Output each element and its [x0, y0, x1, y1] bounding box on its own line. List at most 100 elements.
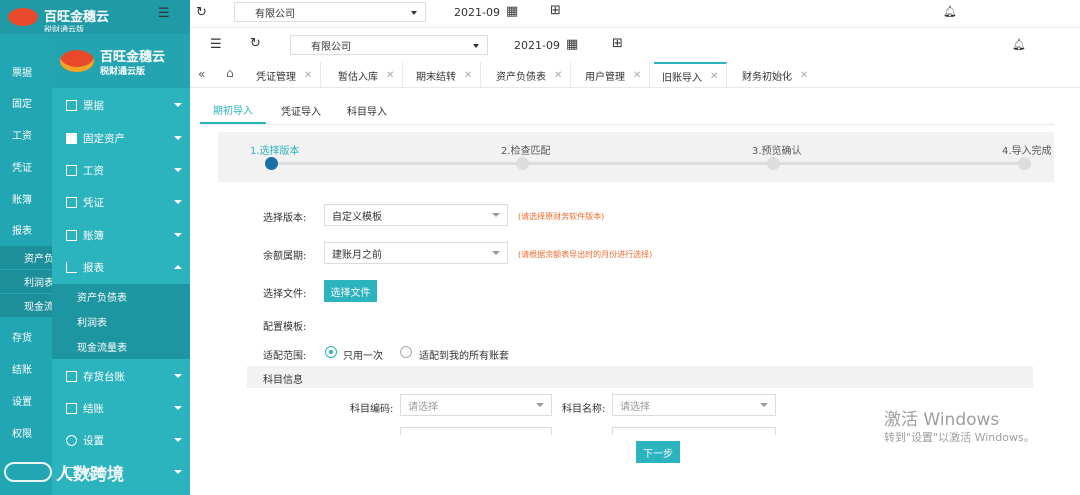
- sidebar-item-ledger[interactable]: 账簿: [52, 218, 190, 252]
- tab-label: 期末结转: [416, 71, 456, 83]
- back-refresh-icon[interactable]: ↻: [196, 5, 207, 20]
- subject-code-select[interactable]: 请选择: [400, 394, 552, 416]
- scope-once-radio[interactable]: [325, 346, 337, 358]
- close-icon[interactable]: ✕: [800, 70, 808, 81]
- chevron-down-icon: [174, 406, 182, 410]
- back-sidebar-item-7[interactable]: 存货: [0, 322, 52, 350]
- sidebar-item-label: 票据: [83, 99, 104, 112]
- tab-financial-initialization[interactable]: 财务初始化 ✕: [734, 62, 816, 88]
- app-name: 百旺金穗云: [100, 50, 166, 65]
- close-icon[interactable]: ✕: [304, 70, 312, 81]
- subject-name-select-2[interactable]: [612, 427, 776, 435]
- sidebar-item-label: 凭证: [83, 196, 104, 209]
- chevron-down-icon: [174, 374, 182, 378]
- back-sidebar-sub-1[interactable]: 资产负: [0, 246, 52, 269]
- chevron-down-icon: [174, 233, 182, 237]
- chevron-down-icon: [492, 213, 500, 217]
- sidebar-item-reports[interactable]: 报表: [52, 250, 190, 284]
- next-step-button[interactable]: 下一步: [636, 441, 680, 463]
- calendar-icon[interactable]: ▦: [566, 37, 578, 52]
- chevron-down-icon: [174, 136, 182, 140]
- apps-icon[interactable]: ⊞: [612, 36, 623, 51]
- sidebar-subitem-income-statement[interactable]: 利润表: [52, 309, 190, 334]
- chevron-down-icon: [492, 251, 500, 255]
- bell-icon[interactable]: 🔔︎: [1012, 38, 1026, 51]
- menu-toggle-icon[interactable]: ☰: [210, 37, 222, 52]
- subject-code-select-2[interactable]: [400, 427, 552, 435]
- subject-name-select[interactable]: 请选择: [612, 394, 776, 416]
- back-sidebar-item-5[interactable]: 账簿: [0, 184, 52, 212]
- sidebar-item-salary[interactable]: 工资: [52, 153, 190, 187]
- chevron-down-icon: [536, 403, 544, 407]
- back-sidebar-item-6[interactable]: 报表: [0, 215, 52, 243]
- close-icon[interactable]: ✕: [464, 70, 472, 81]
- scope-all-label[interactable]: 适配到我的所有账套: [419, 347, 509, 362]
- building-icon: [66, 132, 77, 144]
- back-menu-icon[interactable]: ☰: [158, 6, 170, 21]
- bar-chart-icon: [66, 261, 77, 273]
- choose-file-button[interactable]: 选择文件: [324, 280, 377, 302]
- company-select[interactable]: 有限公司: [290, 35, 488, 55]
- subtab-subject-import[interactable]: 科目导入: [334, 96, 400, 124]
- subject-name-placeholder: 请选择: [620, 401, 650, 413]
- subtab-opening-import[interactable]: 期初导入: [200, 96, 266, 124]
- tab-old-account-import[interactable]: 旧账导入 ✕: [654, 62, 728, 88]
- sidebar-item-inventory[interactable]: 存货台账: [52, 359, 190, 393]
- back-logo-icon: [8, 8, 38, 26]
- template-label: 配置模板:: [263, 322, 307, 333]
- refresh-icon[interactable]: ↻: [250, 36, 261, 51]
- version-select[interactable]: 自定义模板: [324, 204, 508, 226]
- tab-user-management[interactable]: 用户管理 ✕: [577, 62, 651, 88]
- back-sidebar-sub-3[interactable]: 现金流: [0, 294, 52, 317]
- back-sidebar-item-10[interactable]: 权限: [0, 418, 52, 446]
- sidebar-item-settings[interactable]: 设置: [52, 423, 190, 457]
- sidebar-item-label: 工资: [83, 164, 104, 177]
- sidebar: 票据 固定资产 工资 凭证 账簿 报表 资产负债表 利润表 现金流量表 存货台账…: [52, 34, 190, 495]
- sidebar-subitem-cash-flow[interactable]: 现金流量表: [52, 334, 190, 359]
- back-sidebar-sub-2[interactable]: 利润表: [0, 270, 52, 293]
- home-icon[interactable]: ⌂: [226, 66, 234, 80]
- tab-balance-sheet[interactable]: 资产负债表 ✕: [488, 62, 572, 88]
- back-apps-icon[interactable]: ⊞: [550, 3, 561, 18]
- back-sidebar-item-9[interactable]: 设置: [0, 386, 52, 414]
- tab-provisional-stock-in[interactable]: 暂估入库 ✕: [330, 62, 404, 88]
- file-label: 选择文件:: [263, 289, 307, 300]
- back-sidebar-item-4[interactable]: 凭证: [0, 152, 52, 180]
- collapse-tabs-icon[interactable]: «: [198, 67, 205, 81]
- tab-label: 暂估入库: [338, 71, 378, 83]
- back-company-select[interactable]: 有限公司: [234, 2, 426, 22]
- sidebar-item-label: 设置: [83, 434, 104, 447]
- period-value: 建账月之前: [332, 249, 382, 261]
- company-name: 有限公司: [311, 41, 351, 53]
- sidebar-subitem-balance-sheet[interactable]: 资产负债表: [52, 284, 190, 309]
- activation-title: 激活 Windows: [884, 410, 1000, 430]
- back-sidebar-item-8[interactable]: 结账: [0, 354, 52, 382]
- back-sidebar-item-1[interactable]: 票据: [0, 57, 52, 85]
- sidebar-item-closing[interactable]: 结账: [52, 391, 190, 425]
- subtab-voucher-import[interactable]: 凭证导入: [268, 96, 334, 124]
- tab-period-end-carryover[interactable]: 期末结转 ✕: [408, 62, 482, 88]
- close-icon[interactable]: ✕: [386, 70, 394, 81]
- close-icon[interactable]: ✕: [633, 70, 641, 81]
- brand-watermark: 人数跨境: [56, 465, 124, 485]
- period-select[interactable]: 建账月之前: [324, 242, 508, 264]
- tab-voucher-management[interactable]: 凭证管理 ✕: [248, 62, 322, 88]
- back-calendar-icon[interactable]: ▦: [506, 4, 518, 19]
- version-hint: (请选择原财务软件版本): [518, 212, 605, 221]
- sidebar-item-fixed-assets[interactable]: 固定资产: [52, 121, 190, 155]
- gear-icon: [66, 434, 77, 446]
- back-sidebar-item-3[interactable]: 工资: [0, 120, 52, 148]
- scope-all-radio[interactable]: [400, 346, 412, 358]
- back-sidebar-item-2[interactable]: 固定: [0, 88, 52, 116]
- period-hint: (请根据余额表导出时的月份进行选择): [518, 250, 653, 259]
- close-icon[interactable]: ✕: [710, 71, 718, 82]
- sidebar-item-voucher[interactable]: 凭证: [52, 185, 190, 219]
- back-bell-icon[interactable]: 🔔︎: [943, 5, 957, 18]
- back-chevron-down-icon: [411, 11, 417, 15]
- scope-once-label[interactable]: 只用一次: [343, 347, 383, 362]
- step-1-dot: [265, 157, 278, 170]
- step-3-dot: [767, 157, 780, 170]
- sidebar-item-bills[interactable]: 票据: [52, 88, 190, 122]
- tab-label: 资产负债表: [496, 71, 546, 83]
- close-icon[interactable]: ✕: [554, 70, 562, 81]
